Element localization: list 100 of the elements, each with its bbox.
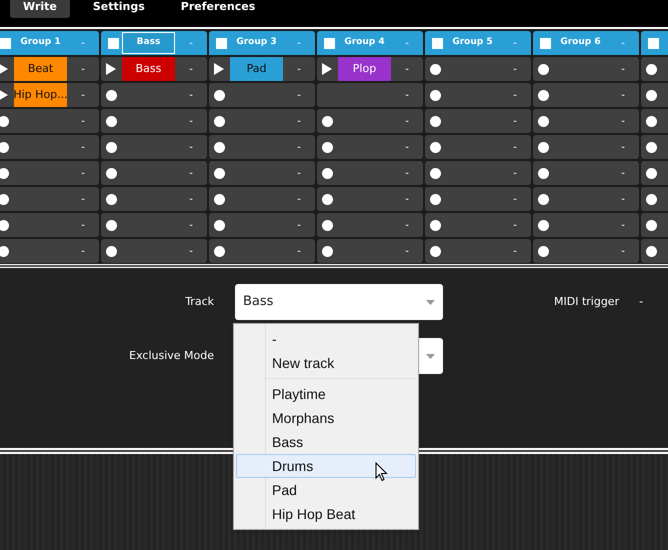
clip-slot[interactable]: Bass - (101, 57, 207, 81)
nav-tab[interactable]: Write (10, 0, 70, 18)
clip-slot[interactable]: - (209, 187, 315, 211)
clip-slot[interactable]: - (209, 135, 315, 159)
clip-slot[interactable]: - (533, 213, 639, 237)
midi-trigger-text: - (296, 88, 302, 102)
field-label: Track (184, 294, 214, 310)
clip-slot[interactable]: - (317, 161, 423, 185)
midi-trigger-text: - (512, 62, 518, 76)
midi-trigger-text: - (80, 244, 86, 258)
clip-slot[interactable]: - (425, 187, 531, 211)
clip-slot[interactable]: - (317, 239, 423, 263)
clip-slot[interactable]: - (209, 213, 315, 237)
midi-trigger-text: - (188, 192, 194, 206)
clip-slot[interactable]: - (317, 109, 423, 133)
play-icon[interactable] (322, 63, 332, 75)
midi-trigger-text: - (404, 166, 410, 180)
nav-tab[interactable]: Settings (80, 0, 158, 18)
clip-slot[interactable]: - (533, 57, 639, 81)
dropdown-option[interactable]: New track (236, 351, 416, 375)
clip-label[interactable]: Beat (14, 57, 67, 81)
checkbox[interactable] (540, 38, 551, 48)
clip-slot[interactable]: Beat - (0, 57, 99, 81)
dropdown-option[interactable]: Playtime (236, 382, 416, 406)
checkbox[interactable] (216, 38, 227, 48)
clip-slot[interactable]: - (209, 83, 315, 107)
clip-label[interactable]: Pad (230, 57, 283, 81)
midi-trigger-text: - (80, 140, 86, 154)
clip-slot[interactable]: - (101, 239, 207, 263)
clip-slot[interactable]: - (209, 239, 315, 263)
clip-slot[interactable]: - (425, 213, 531, 237)
checkbox[interactable] (648, 38, 659, 48)
clip-slot[interactable]: - (0, 239, 99, 263)
clip-slot[interactable]: - (209, 109, 315, 133)
midi-trigger-text: - (296, 36, 302, 50)
play-icon[interactable] (0, 89, 8, 101)
midi-trigger-text: - (512, 88, 518, 102)
checkbox[interactable] (0, 38, 11, 48)
clip-slot[interactable]: - (533, 109, 639, 133)
midi-trigger-text: - (512, 218, 518, 232)
clip-slot[interactable]: - (533, 135, 639, 159)
clip-slot[interactable]: Pad - (209, 57, 315, 81)
dropdown-option[interactable]: Pad (236, 478, 416, 502)
midi-trigger-text: - (296, 218, 302, 232)
nav-tab[interactable]: Preferences (168, 0, 268, 18)
clip-slot[interactable]: - (425, 109, 531, 133)
clip-slot[interactable]: - (425, 161, 531, 185)
clip-slot[interactable]: - (0, 187, 99, 211)
clip-slot[interactable]: - (209, 161, 315, 185)
checkbox[interactable] (108, 38, 119, 48)
dropdown-option[interactable]: - (236, 327, 416, 351)
clip-slot[interactable]: - (101, 83, 207, 107)
clip-label[interactable]: Plop (338, 57, 391, 81)
clip-slot[interactable]: - (101, 161, 207, 185)
midi-trigger-text: - (296, 166, 302, 180)
midi-trigger-text: - (188, 36, 194, 50)
checkbox[interactable] (324, 38, 335, 48)
play-icon[interactable] (214, 63, 224, 75)
midi-trigger-text: - (512, 114, 518, 128)
clip-slot[interactable]: - (425, 239, 531, 263)
clip-slot[interactable]: - (101, 187, 207, 211)
checkbox[interactable] (432, 38, 443, 48)
clip-label[interactable]: Hip Hop... (14, 83, 67, 107)
clip-slot[interactable]: - (101, 135, 207, 159)
clip-slot[interactable]: - (317, 187, 423, 211)
clip-slot[interactable]: - (533, 83, 639, 107)
midi-trigger-text: - (404, 140, 410, 154)
track-select[interactable]: Bass (235, 284, 443, 320)
dropdown-option[interactable]: Bass (236, 430, 416, 454)
dropdown-option[interactable]: Drums (236, 454, 416, 478)
clip-slot[interactable]: Hip Hop... - (0, 83, 99, 107)
clip-slot[interactable]: - (317, 83, 423, 107)
clip-slot[interactable]: - (533, 187, 639, 211)
play-icon[interactable] (0, 63, 8, 75)
midi-trigger-text: - (620, 244, 626, 258)
midi-trigger-text: - (404, 88, 410, 102)
clip-slot[interactable]: - (0, 135, 99, 159)
clip-slot[interactable]: - (0, 213, 99, 237)
clip-slot[interactable]: - (0, 109, 99, 133)
clip-slot[interactable]: - (101, 109, 207, 133)
clip-slot[interactable]: - (425, 57, 531, 81)
clip-slot[interactable]: - (533, 239, 639, 263)
clip-slot[interactable]: - (0, 161, 99, 185)
clip-slot[interactable]: Plop - (317, 57, 423, 81)
midi-trigger-text: - (188, 140, 194, 154)
clip-slot[interactable]: - (425, 83, 531, 107)
midi-trigger-text: - (80, 62, 86, 76)
play-icon[interactable] (106, 63, 116, 75)
clip-slot[interactable]: - (317, 213, 423, 237)
dropdown-option[interactable]: Hip Hop Beat (236, 502, 416, 526)
clip-slot[interactable]: - (425, 135, 531, 159)
clip-slot[interactable]: - (533, 161, 639, 185)
midi-trigger-text: - (296, 140, 302, 154)
clip-slot[interactable]: - (101, 213, 207, 237)
midi-trigger-value[interactable]: - (639, 294, 644, 310)
clip-slot[interactable]: - (317, 135, 423, 159)
caret-icon (426, 354, 435, 358)
field-label: MIDI trigger (554, 294, 620, 310)
clip-label[interactable]: Bass (122, 57, 175, 81)
dropdown-option[interactable]: Morphans (236, 406, 416, 430)
